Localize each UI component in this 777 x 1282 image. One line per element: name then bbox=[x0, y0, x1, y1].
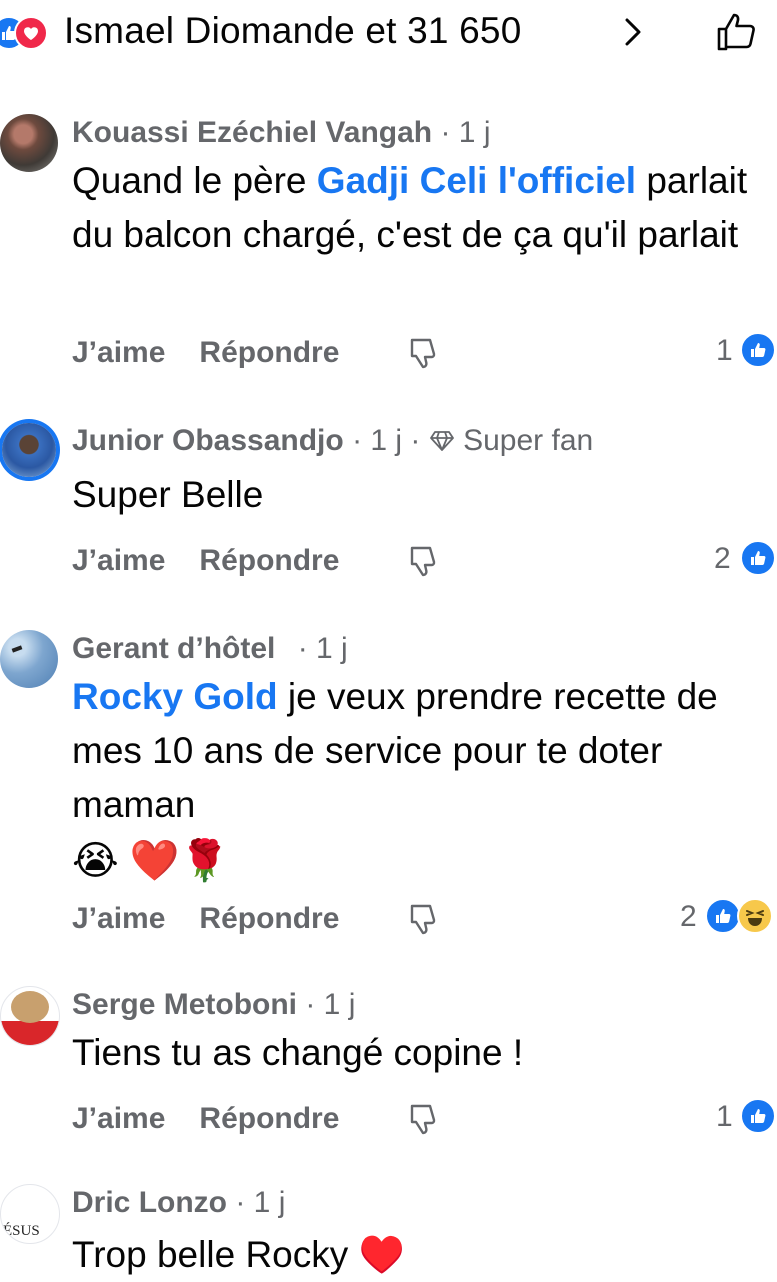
diamond-icon bbox=[429, 431, 454, 451]
mention-link[interactable]: Rocky Gold bbox=[72, 676, 278, 717]
reply-button[interactable]: Répondre bbox=[199, 1102, 339, 1136]
commenter-name[interactable]: Serge Metoboni bbox=[72, 988, 297, 1021]
avatar[interactable] bbox=[2, 423, 56, 477]
reply-button[interactable]: Répondre bbox=[199, 544, 339, 578]
like-button[interactable]: J’aime bbox=[72, 544, 165, 578]
comment-time: · 1 j bbox=[440, 116, 491, 149]
reactions-header[interactable]: Ismael Diomande et 31 650 bbox=[0, 0, 777, 70]
comment-time: · 1 j bbox=[297, 632, 348, 665]
comment-text: Trop belle Rocky ♥️ bbox=[72, 1234, 405, 1275]
comment-item: Serge Metoboni · 1 j Tiens tu as changé … bbox=[0, 984, 777, 1154]
comment-text: Quand le père Gadji Celi l'officiel parl… bbox=[72, 160, 748, 255]
like-icon[interactable] bbox=[714, 10, 758, 54]
avatar[interactable] bbox=[0, 986, 60, 1046]
comment-item: Kouassi Ezéchiel Vangah · 1 j Quand le p… bbox=[0, 112, 777, 382]
comment-item: Gerant d’hôtel · 1 j Rocky Gold je veux … bbox=[0, 628, 777, 958]
comment-time: · 1 j bbox=[235, 1186, 286, 1219]
reply-button[interactable]: Répondre bbox=[199, 336, 339, 370]
like-reaction-icon bbox=[740, 540, 776, 576]
like-reaction-icon bbox=[705, 898, 741, 934]
comment-text: Tiens tu as changé copine ! bbox=[72, 1032, 524, 1073]
dislike-icon[interactable] bbox=[406, 336, 440, 370]
like-button[interactable]: J’aime bbox=[72, 902, 165, 936]
reactors-text[interactable]: Ismael Diomande et 31 650 bbox=[64, 10, 522, 52]
comment-text: Rocky Gold je veux prendre recette de me… bbox=[72, 676, 718, 884]
commenter-name[interactable]: Gerant d’hôtel bbox=[72, 632, 275, 665]
comment-time: · 1 j · bbox=[352, 424, 421, 457]
comment-text: Super Belle bbox=[72, 474, 264, 515]
like-button[interactable]: J’aime bbox=[72, 1102, 165, 1136]
commenter-name[interactable]: Kouassi Ezéchiel Vangah bbox=[72, 116, 432, 149]
dislike-icon[interactable] bbox=[406, 902, 440, 936]
commenter-name[interactable]: Dric Lonzo bbox=[72, 1186, 227, 1219]
reaction-count[interactable]: 1 bbox=[716, 1100, 733, 1134]
avatar[interactable] bbox=[0, 630, 58, 688]
love-reaction-icon bbox=[14, 16, 48, 50]
emoji-line: 😭 ❤️🌹 bbox=[72, 839, 230, 884]
like-reaction-icon bbox=[740, 332, 776, 368]
avatar[interactable]: ÉSUS bbox=[0, 1184, 60, 1244]
comment-time: · 1 j bbox=[305, 988, 356, 1021]
chevron-right-icon[interactable] bbox=[622, 14, 644, 50]
commenter-name[interactable]: Junior Obassandjo bbox=[72, 424, 344, 457]
reply-button[interactable]: Répondre bbox=[199, 902, 339, 936]
reaction-count[interactable]: 2 bbox=[680, 900, 697, 934]
reaction-icons bbox=[0, 16, 52, 50]
super-fan-badge: Super fan bbox=[463, 424, 594, 457]
haha-reaction-icon bbox=[737, 898, 773, 934]
like-button[interactable]: J’aime bbox=[72, 336, 165, 370]
mention-link[interactable]: Gadji Celi l'officiel bbox=[317, 160, 636, 201]
dislike-icon[interactable] bbox=[406, 544, 440, 578]
comment-item: ÉSUS Dric Lonzo · 1 j Trop belle Rocky ♥… bbox=[0, 1182, 777, 1280]
avatar-text: ÉSUS bbox=[3, 1223, 40, 1239]
like-reaction-icon bbox=[740, 1098, 776, 1134]
reaction-count[interactable]: 2 bbox=[714, 542, 731, 576]
dislike-icon[interactable] bbox=[406, 1102, 440, 1136]
avatar[interactable] bbox=[0, 114, 58, 172]
reaction-count[interactable]: 1 bbox=[716, 334, 733, 368]
comment-item: Junior Obassandjo · 1 j · Super fan Supe… bbox=[0, 420, 777, 590]
